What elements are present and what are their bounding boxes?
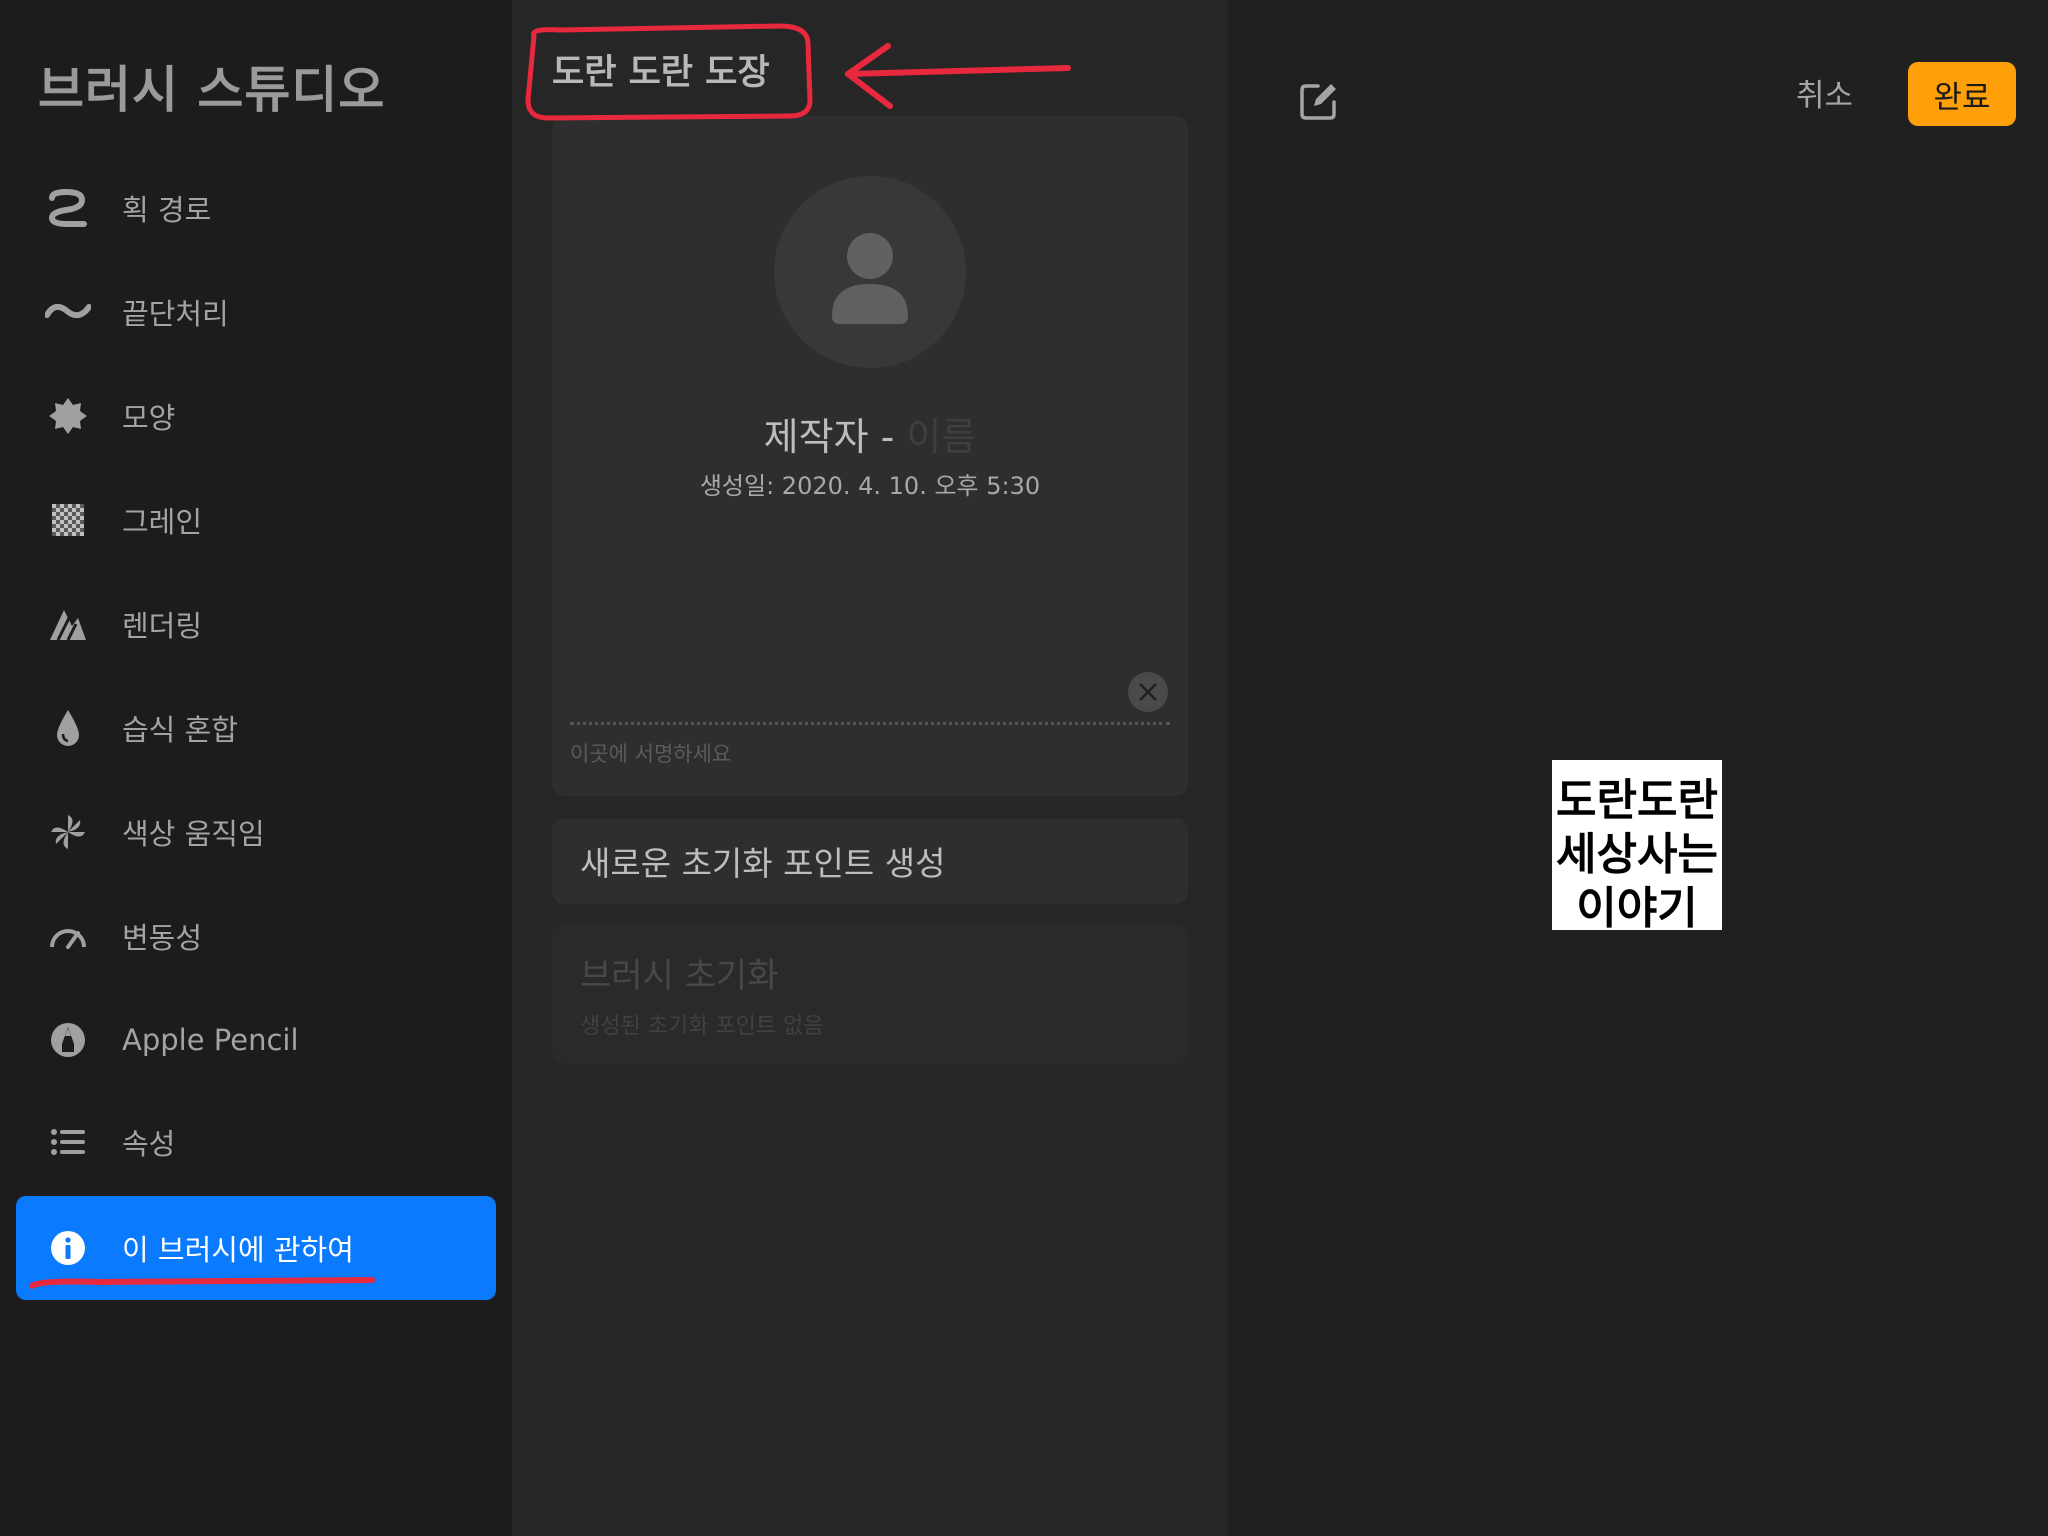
annotation-arrow bbox=[845, 65, 1071, 77]
annotation-underline bbox=[29, 1277, 375, 1289]
annotation-circle bbox=[525, 23, 813, 121]
annotation-overlay bbox=[29, 23, 1071, 1289]
